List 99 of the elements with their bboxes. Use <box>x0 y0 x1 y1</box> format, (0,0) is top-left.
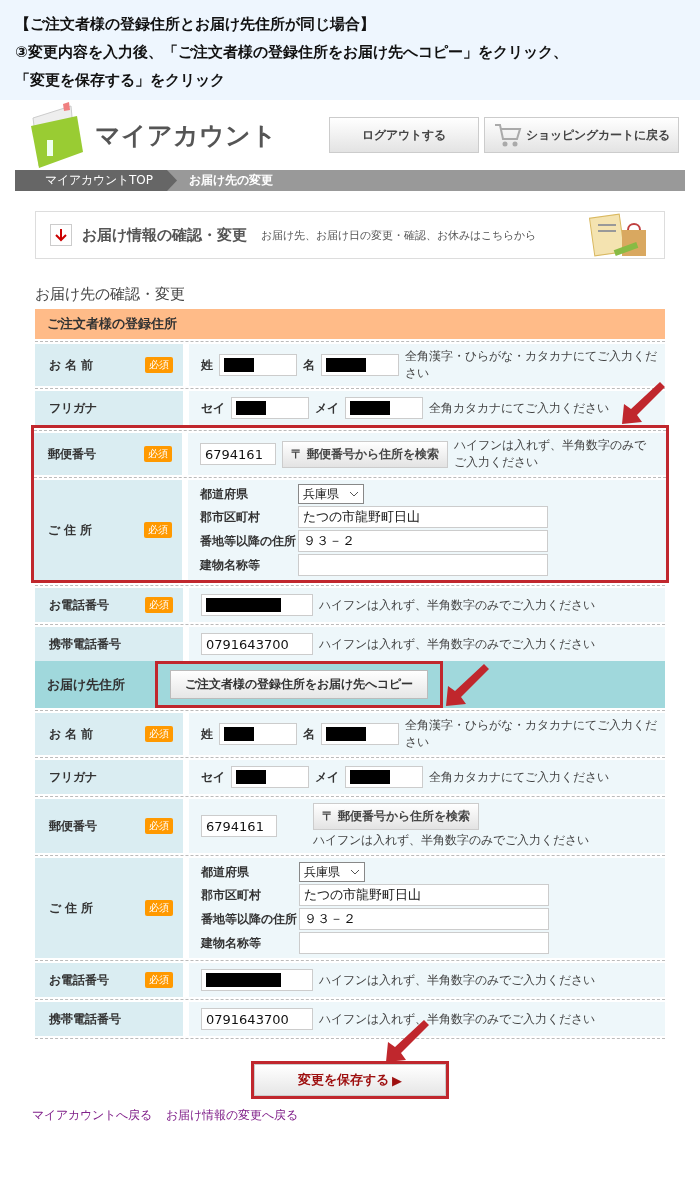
required-badge: 必須 <box>145 357 173 373</box>
field-label: 都道府県 <box>201 863 250 881</box>
cart-icon <box>493 121 523 149</box>
field-label: 名 <box>303 725 315 743</box>
input-field[interactable] <box>219 354 297 376</box>
required-badge: 必須 <box>145 900 173 916</box>
postal-search-button[interactable]: 〒 郵便番号から住所を検索 <box>282 440 449 468</box>
input-field[interactable]: 0791643700 <box>201 633 313 655</box>
redaction-bar <box>236 401 266 415</box>
input-field[interactable] <box>219 723 297 745</box>
hint-text: 全角漢字・ひらがな・カタカナにてご入力ください <box>405 717 657 751</box>
breadcrumb-item[interactable]: マイアカウントTOP <box>15 170 177 191</box>
hint-text: 全角漢字・ひらがな・カタカナにてご入力ください <box>405 348 657 382</box>
copy-address-button[interactable]: ご注文者様の登録住所をお届け先へコピー <box>170 670 428 699</box>
input-field[interactable] <box>231 766 309 788</box>
field-label: 郡市区町村 <box>201 886 262 904</box>
required-badge: 必須 <box>145 972 173 988</box>
instruction-text: 「変更を保存する」をクリック <box>15 70 226 91</box>
input-field[interactable]: 6794161 <box>200 443 276 465</box>
save-button[interactable]: 変更を保存する ▶ <box>254 1064 446 1096</box>
required-badge: 必須 <box>145 726 173 742</box>
hint-text: ハイフンは入れず、半角数字のみでご入力ください <box>454 437 648 471</box>
field-label: セイ <box>201 399 225 417</box>
row-label: 郵便番号 <box>48 445 96 463</box>
required-badge: 必須 <box>144 446 172 462</box>
info-banner[interactable]: お届け情報の確認・変更 お届け先、お届け日の変更・確認、お休みはこちらから <box>35 211 665 259</box>
input-field[interactable] <box>299 932 549 954</box>
input-field[interactable] <box>298 554 548 576</box>
row-label: お電話番号 <box>49 596 109 614</box>
input-field[interactable] <box>345 397 423 419</box>
field-label: 建物名称等 <box>200 556 261 574</box>
input-field[interactable] <box>231 397 309 419</box>
input-field[interactable] <box>201 594 313 616</box>
row-label: お 名 前 <box>49 356 94 374</box>
cart-button[interactable]: ショッピングカートに戻る <box>484 117 679 153</box>
hint-text: ハイフンは入れず、半角数字のみでご入力ください <box>319 596 596 614</box>
input-field[interactable]: 0791643700 <box>201 1008 313 1030</box>
hint-text: ハイフンは入れず、半角数字のみでご入力ください <box>319 1010 596 1028</box>
input-field[interactable] <box>201 969 313 991</box>
row-label: フリガナ <box>49 399 97 417</box>
field-label: 姓 <box>201 356 213 374</box>
hint-text: ハイフンは入れず、半角数字のみでご入力ください <box>313 832 589 849</box>
input-field[interactable] <box>345 766 423 788</box>
postal-search-button[interactable]: 〒 郵便番号から住所を検索 <box>313 803 480 830</box>
row-label: 郵便番号 <box>49 817 97 835</box>
pointer-arrow <box>446 664 489 706</box>
redaction-bar <box>350 770 390 784</box>
row-label: 携帯電話番号 <box>49 635 121 653</box>
section-title: ご注文者様の登録住所 <box>47 315 177 333</box>
row-label: フリガナ <box>49 768 97 786</box>
hint-text: ハイフンは入れず、半角数字のみでご入力ください <box>319 635 596 653</box>
logo-title: マイアカウント <box>95 119 277 152</box>
field-label: 郡市区町村 <box>200 508 261 526</box>
row-label: 携帯電話番号 <box>49 1010 121 1028</box>
required-badge: 必須 <box>145 597 173 613</box>
redaction-bar <box>224 358 254 372</box>
footer-link[interactable]: お届け情報の変更へ戻る <box>166 1107 298 1124</box>
instruction-text: 【ご注文者様の登録住所とお届け先住所が同じ場合】 <box>15 14 376 35</box>
hint-text: 全角カタカナにてご入力ください <box>429 768 610 786</box>
input-field[interactable] <box>321 723 399 745</box>
redaction-bar <box>350 401 390 415</box>
row-label: ご 住 所 <box>49 899 94 917</box>
field-label: 名 <box>303 356 315 374</box>
redaction-bar <box>224 727 254 741</box>
field-label: 姓 <box>201 725 213 743</box>
logout-button[interactable]: ログアウトする <box>329 117 479 153</box>
field-label: セイ <box>201 768 225 786</box>
row-label: お 名 前 <box>49 725 94 743</box>
redaction-bar <box>236 770 266 784</box>
hint-text: ハイフンは入れず、半角数字のみでご入力ください <box>319 971 596 989</box>
prefecture-select[interactable]: 兵庫県 <box>298 484 364 504</box>
prefecture-select[interactable]: 兵庫県 <box>299 862 365 882</box>
banner-description: お届け先、お届け日の変更・確認、お休みはこちらから <box>261 227 536 243</box>
row-label: ご 住 所 <box>48 521 93 539</box>
required-badge: 必須 <box>145 818 173 834</box>
chevron-down-icon <box>349 491 359 497</box>
field-label: 都道府県 <box>200 485 249 503</box>
field-label: 番地等以降の住所 <box>200 532 297 550</box>
field-label: 番地等以降の住所 <box>201 910 298 928</box>
row-label: お電話番号 <box>49 971 109 989</box>
input-field[interactable]: ９３－２ <box>299 908 549 930</box>
input-field[interactable]: 6794161 <box>201 815 277 837</box>
required-badge: 必須 <box>144 522 172 538</box>
footer-link[interactable]: マイアカウントへ戻る <box>32 1107 152 1124</box>
hint-text: 全角カタカナにてご入力ください <box>429 399 610 417</box>
redaction-bar <box>326 727 366 741</box>
field-label: メイ <box>315 399 339 417</box>
field-label: メイ <box>315 768 339 786</box>
input-field[interactable]: たつの市龍野町日山 <box>298 506 548 528</box>
section-title: お届け先住所 <box>47 675 125 694</box>
page-heading: お届け先の確認・変更 <box>35 285 186 304</box>
redaction-bar <box>326 358 366 372</box>
input-field[interactable] <box>321 354 399 376</box>
input-field[interactable]: たつの市龍野町日山 <box>299 884 549 906</box>
instruction-text: ③変更内容を入力後、「ご注文者様の登録住所をお届け先へコピー」をクリック、 <box>15 42 569 63</box>
banner-title: お届け情報の確認・変更 <box>82 225 247 245</box>
input-field[interactable]: ９３－２ <box>298 530 548 552</box>
field-label: 建物名称等 <box>201 934 262 952</box>
chevron-down-icon <box>350 869 360 875</box>
